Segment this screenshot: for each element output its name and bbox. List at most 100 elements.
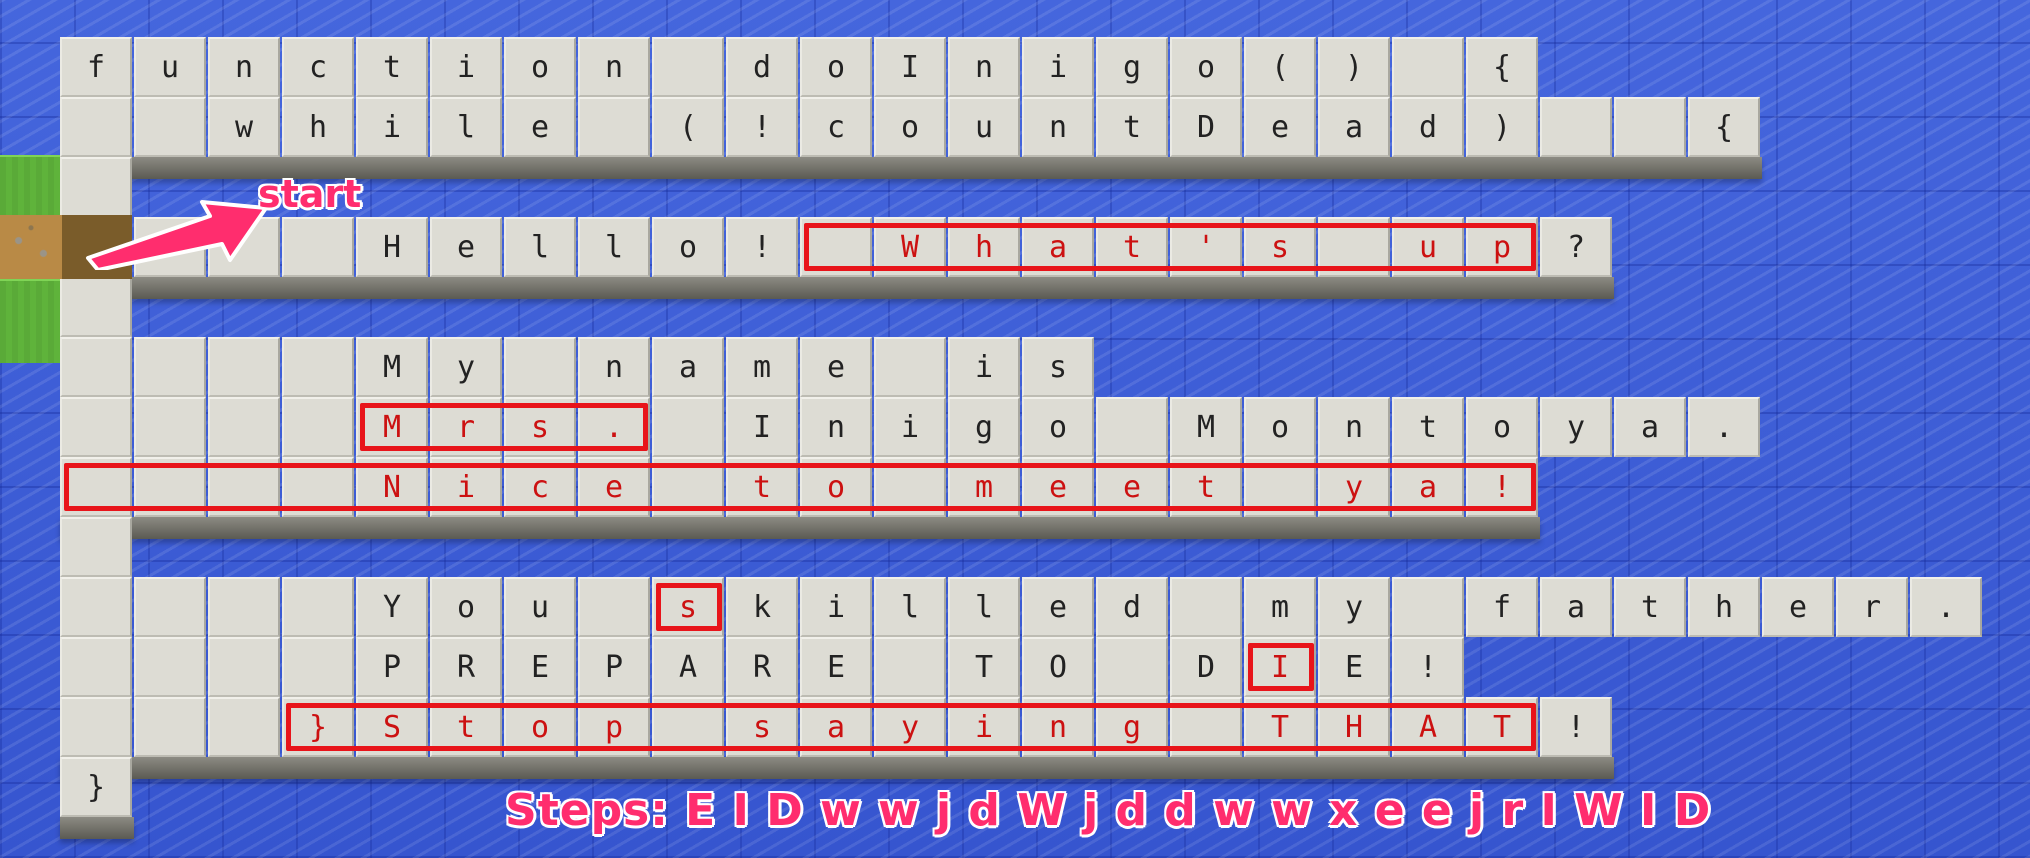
code-tile[interactable] [652,457,724,517]
code-tile[interactable]: n [578,337,650,397]
code-tile[interactable]: e [1022,577,1094,637]
code-tile[interactable]: o [800,457,872,517]
code-tile[interactable] [208,577,280,637]
code-tile[interactable]: ! [726,217,798,277]
code-tile[interactable]: R [430,637,502,697]
code-tile[interactable] [1170,697,1242,757]
code-tile[interactable] [1096,397,1168,457]
code-tile[interactable] [578,577,650,637]
code-tile[interactable]: P [578,637,650,697]
code-tile[interactable]: w [208,97,280,157]
code-tile[interactable] [282,577,354,637]
code-tile[interactable] [282,337,354,397]
code-tile[interactable]: o [652,217,724,277]
code-tile[interactable]: n [1318,397,1390,457]
code-tile[interactable] [134,697,206,757]
code-tile[interactable]: } [282,697,354,757]
code-tile[interactable] [652,697,724,757]
code-tile[interactable]: l [948,577,1020,637]
code-tile[interactable]: { [1688,97,1760,157]
code-tile[interactable] [60,577,132,637]
code-tile[interactable]: W [874,217,946,277]
code-tile[interactable]: s [652,577,724,637]
code-tile[interactable] [874,637,946,697]
code-tile[interactable] [282,217,354,277]
code-tile[interactable]: i [874,397,946,457]
code-tile[interactable]: u [134,37,206,97]
code-tile[interactable] [60,397,132,457]
code-tile[interactable] [652,37,724,97]
code-tile[interactable]: l [504,217,576,277]
code-tile[interactable]: I [726,397,798,457]
code-tile[interactable]: e [1762,577,1834,637]
code-tile[interactable]: t [1170,457,1242,517]
code-tile[interactable]: u [504,577,576,637]
code-tile[interactable]: ' [1170,217,1242,277]
code-tile[interactable]: O [1022,637,1094,697]
code-tile[interactable]: ( [652,97,724,157]
code-tile[interactable]: o [430,577,502,637]
code-tile[interactable]: d [1096,577,1168,637]
code-tile[interactable] [1170,577,1242,637]
code-tile[interactable]: T [1466,697,1538,757]
code-tile[interactable] [60,637,132,697]
code-tile[interactable]: i [948,697,1020,757]
code-tile[interactable]: y [1318,577,1390,637]
code-tile[interactable]: c [800,97,872,157]
code-tile[interactable]: y [1318,457,1390,517]
code-tile[interactable]: e [1096,457,1168,517]
code-tile[interactable] [800,217,872,277]
code-tile[interactable] [874,337,946,397]
code-tile[interactable] [134,637,206,697]
code-tile[interactable] [282,637,354,697]
code-tile[interactable]: . [578,397,650,457]
code-tile[interactable]: t [726,457,798,517]
code-tile[interactable]: y [874,697,946,757]
code-tile[interactable]: i [800,577,872,637]
code-tile[interactable]: r [430,397,502,457]
code-tile[interactable] [134,457,206,517]
code-tile[interactable]: A [652,637,724,697]
code-tile[interactable] [578,97,650,157]
code-tile[interactable]: o [1466,397,1538,457]
code-tile[interactable]: } [60,757,132,817]
code-tile[interactable]: n [578,37,650,97]
code-tile[interactable]: s [504,397,576,457]
code-tile[interactable]: l [430,97,502,157]
code-tile[interactable] [1614,97,1686,157]
code-tile[interactable] [208,457,280,517]
code-tile[interactable] [282,397,354,457]
code-tile[interactable]: a [1022,217,1094,277]
code-tile[interactable]: M [1170,397,1242,457]
code-tile[interactable]: f [60,37,132,97]
code-tile[interactable]: m [726,337,798,397]
code-tile[interactable]: n [1022,97,1094,157]
code-tile[interactable] [1392,37,1464,97]
code-tile[interactable]: u [1392,217,1464,277]
code-tile[interactable]: m [1244,577,1316,637]
code-tile[interactable]: g [948,397,1020,457]
code-tile[interactable]: ? [1540,217,1612,277]
code-tile[interactable]: E [1318,637,1390,697]
code-tile[interactable]: g [1096,697,1168,757]
code-tile[interactable] [60,277,132,337]
code-tile[interactable]: T [1244,697,1316,757]
code-tile[interactable]: M [356,337,428,397]
code-tile[interactable]: ! [726,97,798,157]
code-tile[interactable]: ( [1244,37,1316,97]
code-tile[interactable]: p [578,697,650,757]
code-tile[interactable]: t [356,37,428,97]
code-tile[interactable]: o [800,37,872,97]
code-tile[interactable] [208,697,280,757]
code-tile[interactable]: . [1688,397,1760,457]
code-tile[interactable] [504,337,576,397]
code-tile[interactable]: a [1392,457,1464,517]
code-tile[interactable] [1318,217,1390,277]
code-tile[interactable]: i [1022,37,1094,97]
code-tile[interactable] [60,337,132,397]
code-tile[interactable] [134,577,206,637]
code-tile[interactable]: i [948,337,1020,397]
code-tile[interactable]: I [874,37,946,97]
code-tile[interactable]: d [726,37,798,97]
code-tile[interactable]: k [726,577,798,637]
